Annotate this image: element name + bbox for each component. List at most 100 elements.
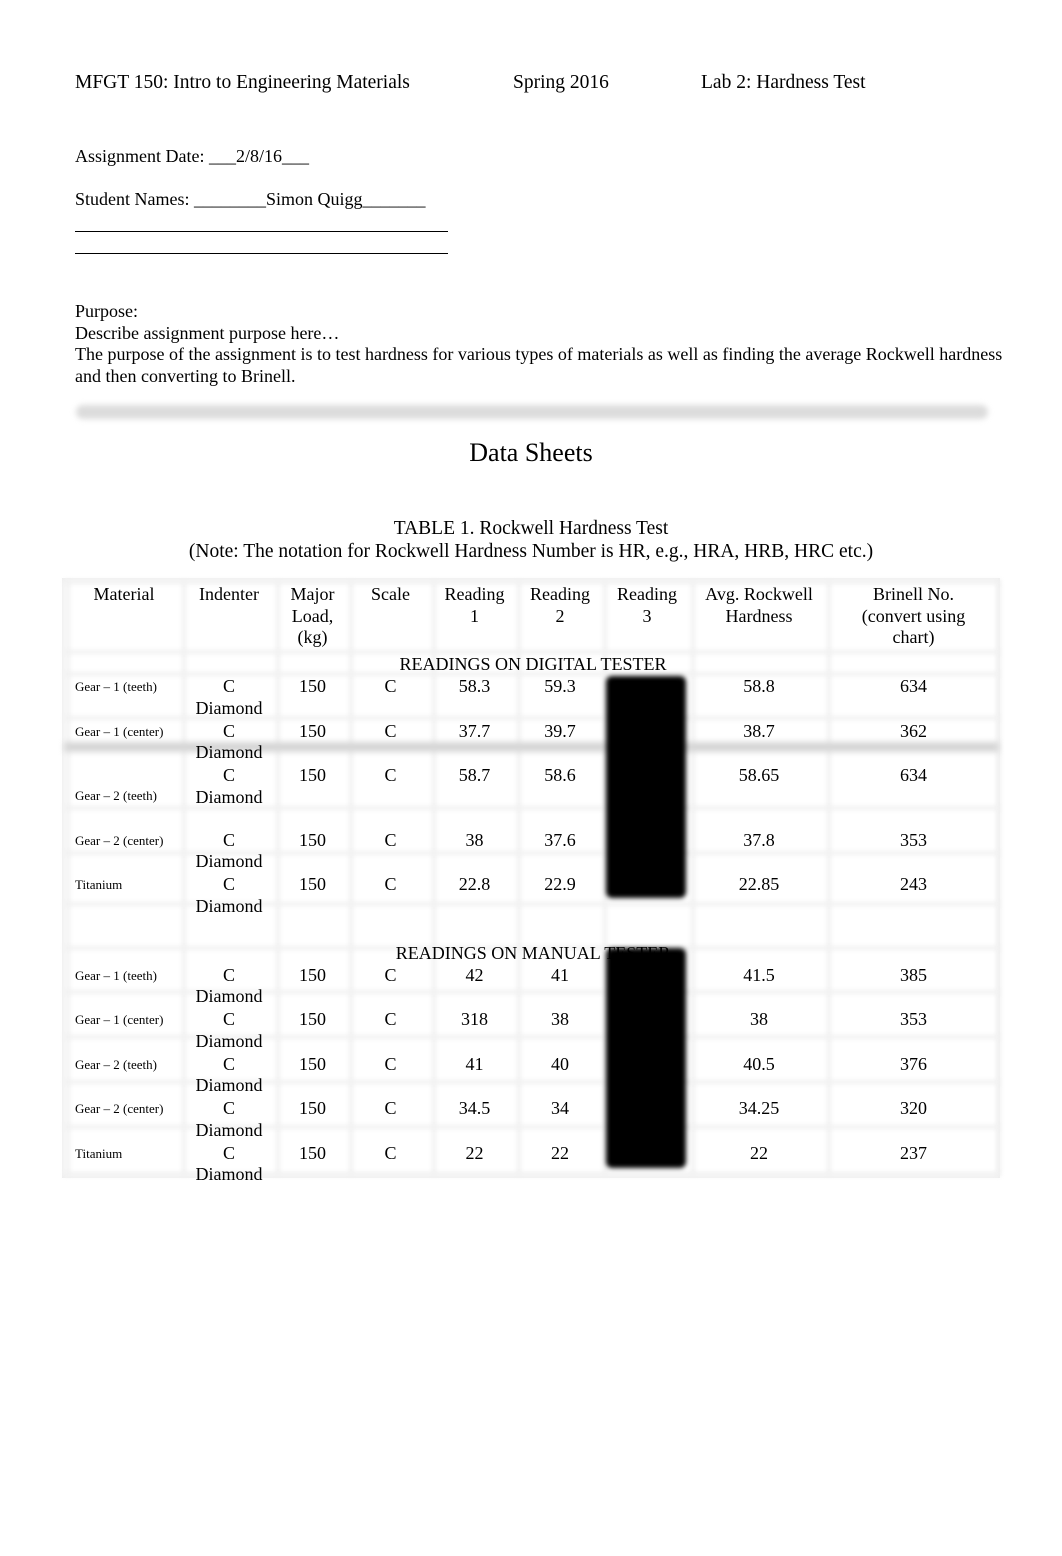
cell-indenter: C Diamond (182, 721, 276, 766)
column-header-material: Material (66, 582, 182, 654)
course-title: MFGT 150: Intro to Engineering Materials (75, 72, 410, 93)
cell-indenter: C Diamond (182, 874, 276, 919)
purpose-text: The purpose of the assignment is to test… (75, 344, 1003, 386)
section-title: READINGS ON MANUAL TESTER (395, 942, 671, 963)
section-header-row: READINGS ON MANUAL TESTER (66, 943, 1000, 965)
cell-reading-1: 318 (461, 1009, 488, 1029)
assignment-date-label: Assignment Date: (75, 146, 209, 166)
cell-indenter: C Diamond (182, 965, 276, 1010)
cell-material: Gear – 2 (center) (75, 832, 164, 848)
column-header-line: Reading (617, 584, 677, 604)
purpose-section: Purpose: Describe assignment purpose her… (75, 301, 1005, 387)
cell-material: Gear – 2 (center) (75, 1101, 164, 1116)
cell-major-load: 150 (299, 676, 326, 696)
table-row: Gear – 1 (teeth) C Diamond 150 C 42 41 41.5 385 (66, 965, 1000, 1010)
table-row: Gear – 1 (center) C Diamond 150 C 37.7 39.7 38.… (66, 721, 1000, 766)
column-header-line: Major (290, 584, 335, 604)
cell-reading-1: 58.7 (458, 765, 491, 785)
cell-reading-1: 34.5 (458, 1098, 491, 1118)
cell-reading-2: 22.9 (544, 874, 576, 894)
cell-major-load: 150 (299, 829, 326, 850)
table-header-row: Material Indenter Major Load, (kg) Scale Readi… (66, 582, 1000, 654)
cell-reading-2: 37.6 (544, 829, 576, 850)
cell-brinell: 376 (900, 1053, 927, 1074)
column-header-line: Reading (530, 584, 590, 604)
lab-title: Lab 2: Hardness Test (701, 72, 866, 93)
cell-material: Titanium (75, 1145, 123, 1161)
cell-indenter: C Diamond (182, 676, 276, 721)
cell-major-load: 150 (299, 874, 326, 894)
column-header-reading-1: Reading 1 (432, 582, 517, 654)
section-title: READINGS ON DIGITAL TESTER (399, 654, 667, 674)
cell-major-load: 150 (299, 1009, 326, 1029)
cell-avg-rockwell: 40.5 (743, 1053, 775, 1074)
cell-brinell: 243 (900, 874, 927, 894)
cell-avg-rockwell: 38.7 (743, 720, 775, 741)
cell-material: Gear – 1 (teeth) (75, 967, 157, 983)
cell-material: Gear – 2 (teeth) (75, 1056, 157, 1072)
cell-brinell: 362 (900, 720, 927, 741)
redacted-divider (76, 405, 988, 419)
cell-major-load: 150 (299, 964, 326, 985)
column-header-avg-rockwell: Avg. Rockwell Hardness (691, 582, 827, 654)
column-header-line: Scale (371, 584, 410, 604)
purpose-label: Purpose: (75, 301, 138, 321)
cell-reading-2: 59.3 (544, 676, 576, 696)
purpose-prompt: Describe assignment purpose here… (75, 322, 340, 343)
cell-indenter: C Diamond (182, 1054, 276, 1099)
redacted-reading-3-manual (606, 948, 686, 1168)
indenter-line: Diamond (195, 1075, 263, 1095)
student-name-blank-line (75, 231, 448, 232)
column-header-scale: Scale (349, 582, 432, 654)
table-note: (Note: The notation for Rockwell Hardnes… (188, 541, 874, 562)
column-header-line: Brinell No. (873, 584, 954, 604)
indenter-line: Diamond (195, 986, 263, 1006)
cell-reading-1: 38 (465, 829, 484, 850)
indenter-line: C (222, 1009, 235, 1029)
cell-material: Gear – 2 (teeth) (75, 788, 157, 803)
cell-indenter: C Diamond (182, 830, 276, 875)
cell-brinell: 634 (900, 676, 927, 696)
table-row: Gear – 2 (center) C Diamond 150 C 34.5 34 34.25… (66, 1098, 1000, 1143)
table-row: Titanium C Diamond 150 C 22.8 22.9 22.85 243 (66, 874, 1000, 919)
column-header-line: Reading (444, 584, 505, 604)
cell-reading-2: 38 (551, 1009, 569, 1029)
cell-avg-rockwell: 58.8 (743, 676, 775, 696)
cell-avg-rockwell: 41.5 (743, 964, 775, 985)
table-row: Gear – 2 (center) C Diamond 150 C 38 37.6 37.8 3… (66, 830, 1000, 875)
cell-brinell: 385 (900, 964, 927, 985)
cell-major-load: 150 (299, 720, 326, 741)
table-row: Gear – 2 (teeth) C Diamond 150 C 41 40 40.5 376 (66, 1054, 1000, 1099)
cell-avg-rockwell: 37.8 (743, 829, 775, 850)
cell-scale: C (384, 1009, 397, 1029)
indenter-line: C (222, 964, 235, 985)
cell-scale: C (384, 829, 397, 850)
cell-reading-1: 37.7 (458, 720, 491, 741)
column-header-reading-2: Reading 2 (517, 582, 603, 654)
cell-reading-1: 42 (465, 964, 484, 985)
indenter-line: C (222, 676, 235, 696)
column-header-line: Avg. Rockwell (705, 584, 813, 604)
cell-reading-2: 58.6 (544, 765, 576, 785)
cell-brinell: 634 (900, 765, 927, 785)
cell-reading-2: 40 (551, 1053, 569, 1074)
cell-indenter: C Diamond (182, 1098, 276, 1143)
cell-avg-rockwell: 58.65 (738, 765, 780, 785)
rockwell-hardness-table: Material Indenter Major Load, (kg) Scale Readi… (66, 582, 1000, 1187)
column-header-line: 1 (470, 605, 479, 626)
student-names-value: ________Simon Quigg_______ (194, 189, 426, 209)
cell-brinell: 320 (900, 1098, 927, 1118)
cell-material: Gear – 1 (center) (75, 1012, 164, 1027)
cell-brinell: 353 (900, 829, 927, 850)
cell-scale: C (384, 676, 397, 696)
cell-scale: C (384, 1053, 397, 1074)
indenter-line: C (222, 829, 235, 850)
column-header-line: Indenter (199, 584, 259, 604)
cell-reading-1: 22.8 (458, 874, 491, 894)
indenter-line: C (222, 1142, 235, 1163)
indenter-line: Diamond (195, 895, 263, 916)
column-header-line: 3 (642, 605, 652, 626)
column-header-major-load: Major Load, (kg) (276, 582, 349, 654)
indenter-line: Diamond (195, 742, 263, 762)
assignment-date: Assignment Date: ___2/8/16___ (75, 146, 309, 167)
